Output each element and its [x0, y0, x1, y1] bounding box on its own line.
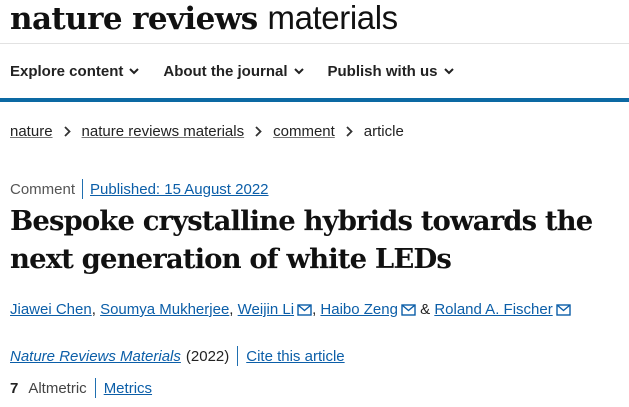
meta-divider [82, 179, 84, 199]
accent-bar [0, 98, 629, 102]
breadcrumb-nature-reviews-materials[interactable]: nature reviews materials [82, 123, 245, 140]
breadcrumb-comment[interactable]: comment [273, 123, 335, 140]
chevron-down-icon [443, 68, 454, 75]
logo-materials: materials [267, 0, 399, 36]
mail-icon[interactable] [297, 304, 312, 316]
author-separator: & [415, 301, 435, 318]
author-separator: , [229, 301, 238, 318]
breadcrumb: nature nature reviews materials comment … [10, 123, 404, 140]
altmetric-count: 7 [10, 379, 19, 397]
chevron-right-icon [255, 126, 262, 137]
breadcrumb-nature[interactable]: nature [10, 123, 53, 140]
author-link[interactable]: Haibo Zeng [320, 301, 398, 318]
author-link[interactable]: Roland A. Fischer [434, 301, 552, 318]
journal-divider [237, 346, 239, 366]
nav-about-journal-label: About the journal [163, 63, 288, 80]
metrics-row: 7 Altmetric Metrics [10, 378, 152, 398]
cite-article-link[interactable]: Cite this article [246, 348, 344, 365]
chevron-down-icon [129, 68, 140, 75]
author-separator: , [91, 301, 101, 318]
nav-explore-content[interactable]: Explore content [10, 63, 140, 80]
author-link[interactable]: Jiawei Chen [10, 301, 92, 318]
main-nav: Explore content About the journal Publis… [0, 44, 629, 99]
metrics-divider [94, 378, 96, 398]
chevron-right-icon [63, 126, 71, 137]
chevron-down-icon [293, 68, 304, 75]
nav-publish-with-us-label: Publish with us [327, 63, 438, 80]
mail-icon[interactable] [401, 304, 416, 316]
author-list: Jiawei Chen, Soumya Mukherjee, Weijin Li… [10, 301, 571, 318]
nav-about-journal[interactable]: About the journal [163, 63, 304, 80]
mail-icon[interactable] [556, 304, 571, 316]
chevron-right-icon [346, 126, 353, 137]
published-date[interactable]: Published: 15 August 2022 [90, 181, 268, 198]
article-title: Bespoke crystalline hybrids towards the … [10, 205, 593, 275]
journal-link[interactable]: Nature Reviews Materials [10, 348, 181, 365]
journal-info: Nature Reviews Materials (2022) Cite thi… [10, 346, 345, 366]
nav-publish-with-us[interactable]: Publish with us [328, 63, 454, 80]
altmetric-label: Altmetric [28, 379, 87, 397]
nav-explore-content-label: Explore content [10, 63, 124, 80]
breadcrumb-current: article [363, 123, 404, 140]
author-link[interactable]: Soumya Mukherjee [100, 301, 229, 318]
journal-year: (2022) [185, 347, 230, 365]
author-link[interactable]: Weijin Li [238, 301, 294, 318]
logo-nature-reviews: nature reviews [10, 1, 258, 37]
article-type: Comment [10, 180, 76, 198]
site-logo[interactable]: nature reviews materials [10, 0, 398, 40]
article-meta: Comment Published: 15 August 2022 [10, 179, 269, 199]
metrics-link[interactable]: Metrics [104, 380, 152, 397]
